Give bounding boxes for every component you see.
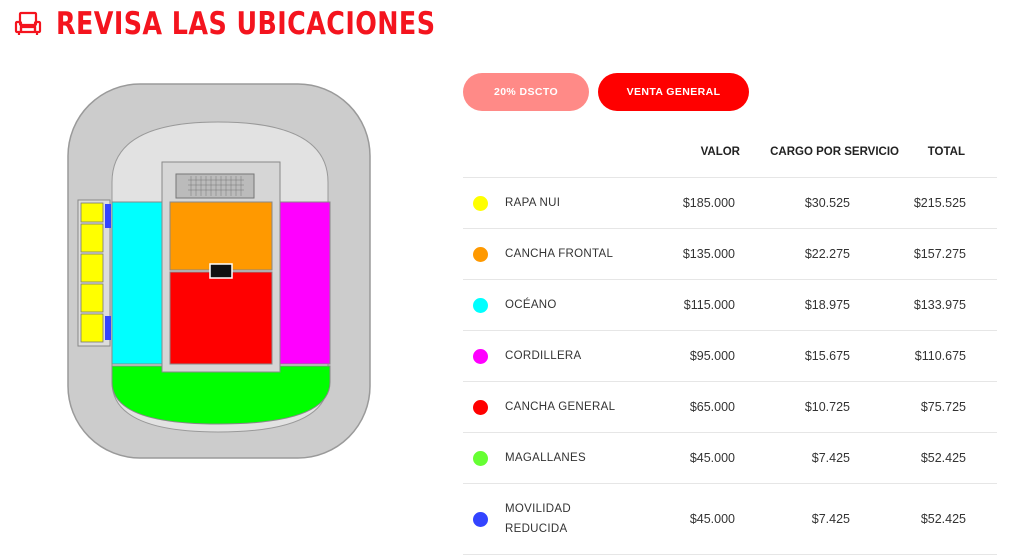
cargo-cell: $7.425: [811, 451, 850, 465]
location-name: CORDILLERA: [505, 350, 582, 362]
color-dot: [473, 348, 488, 364]
table-row: MOVILIDAD REDUCIDA $45.000 $7.425 $52.425: [463, 484, 997, 555]
table-row: OCÉANO $115.000 $18.975 $133.975: [463, 280, 997, 331]
price-tabs: 20% DSCTO VENTA GENERAL: [463, 73, 749, 111]
header-cargo: CARGO POR SERVICIO: [770, 146, 899, 158]
section-movilidad-reducida: [105, 316, 111, 340]
table-row: RAPA NUI $185.000 $30.525 $215.525: [463, 178, 997, 229]
table-header: VALOR CARGO POR SERVICIO TOTAL: [463, 128, 997, 178]
total-cell: $133.975: [913, 298, 966, 312]
valor-cell: $45.000: [689, 451, 735, 465]
color-dot: [473, 246, 488, 262]
location-name: CANCHA GENERAL: [505, 401, 616, 413]
total-cell: $215.525: [913, 196, 966, 210]
rapa-nui-box: [80, 313, 104, 343]
section-cancha-general: [169, 271, 273, 365]
total-cell: $157.275: [913, 247, 966, 261]
price-table: VALOR CARGO POR SERVICIO TOTAL RAPA NUI $…: [463, 128, 997, 555]
table-row: CANCHA FRONTAL $135.000 $22.275 $157.275: [463, 229, 997, 280]
section-oceano: [111, 201, 165, 365]
location-name: RAPA NUI: [505, 197, 561, 209]
stage: [175, 173, 255, 199]
valor-cell: $115.000: [683, 298, 735, 312]
cargo-cell: $22.275: [804, 247, 850, 261]
header-valor: VALOR: [700, 146, 740, 158]
location-name: OCÉANO: [505, 299, 557, 311]
valor-cell: $185.000: [682, 196, 735, 210]
table-row: CANCHA GENERAL $65.000 $10.725 $75.725: [463, 382, 997, 433]
rapa-nui-box: [80, 223, 104, 253]
valor-cell: $45.000: [689, 512, 735, 526]
section-movilidad-reducida: [105, 204, 111, 228]
cargo-cell: $30.525: [804, 196, 850, 210]
location-name: MOVILIDAD REDUCIDA: [505, 503, 571, 535]
color-dot: [473, 511, 488, 527]
total-cell: $52.425: [920, 451, 966, 465]
cargo-cell: $7.425: [811, 512, 850, 526]
section-header: REVISA LAS UBICACIONES: [14, 4, 519, 44]
stadium-map: [67, 83, 371, 459]
table-row: CORDILLERA $95.000 $15.675 $110.675: [463, 331, 997, 382]
valor-cell: $95.000: [689, 349, 735, 363]
page-title: REVISA LAS UBICACIONES: [56, 6, 436, 42]
cargo-cell: $15.675: [804, 349, 850, 363]
rapa-nui-box: [80, 283, 104, 313]
armchair-icon: [14, 11, 42, 35]
total-cell: $52.425: [920, 512, 966, 526]
cargo-cell: $18.975: [804, 298, 850, 312]
color-dot: [473, 450, 488, 466]
total-cell: $110.675: [914, 349, 966, 363]
color-dot: [473, 399, 488, 415]
valor-cell: $65.000: [689, 400, 735, 414]
location-name: MAGALLANES: [505, 452, 586, 464]
rapa-nui-box: [80, 202, 104, 223]
total-cell: $75.725: [920, 400, 966, 414]
rapa-nui-box: [80, 253, 104, 283]
tab-20-dscto[interactable]: 20% DSCTO: [463, 73, 589, 111]
header-total: TOTAL: [927, 146, 965, 158]
location-name: CANCHA FRONTAL: [505, 248, 614, 260]
section-magallanes: [111, 365, 331, 425]
color-dot: [473, 297, 488, 313]
section-cancha-frontal: [169, 201, 273, 271]
table-body: RAPA NUI $185.000 $30.525 $215.525 CANCHA FR…: [463, 178, 997, 555]
tab-venta-general[interactable]: VENTA GENERAL: [598, 73, 749, 111]
color-dot: [473, 195, 488, 211]
table-row: MAGALLANES $45.000 $7.425 $52.425: [463, 433, 997, 484]
mixing-console: [209, 263, 233, 279]
section-cordillera: [277, 201, 331, 365]
cargo-cell: $10.725: [804, 400, 850, 414]
valor-cell: $135.000: [682, 247, 735, 261]
